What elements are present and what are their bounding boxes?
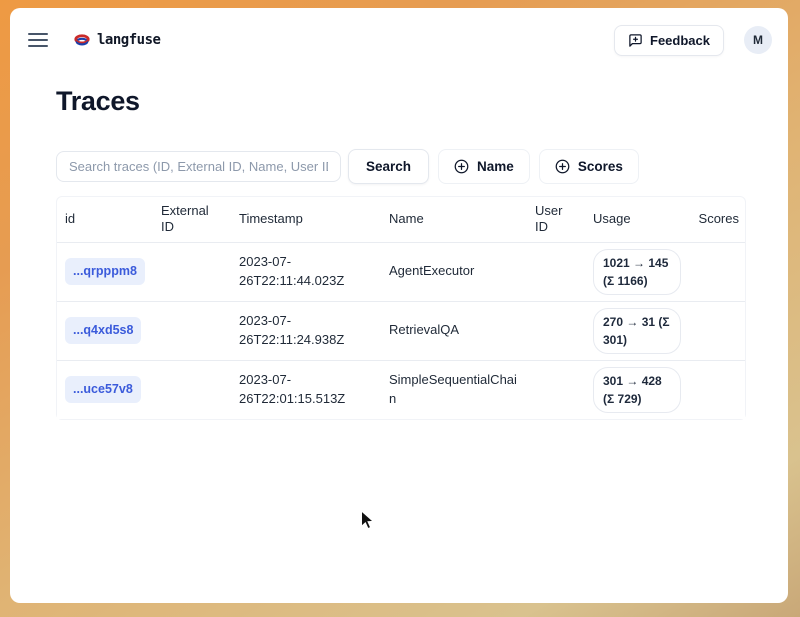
toolbar: Search Name Scores — [56, 148, 746, 184]
trace-id-link[interactable]: ...qrpppm8 — [65, 258, 145, 284]
plus-circle-icon — [454, 159, 469, 174]
page-title: Traces — [56, 86, 746, 117]
id-cell: ...q4xd5s8 — [57, 311, 153, 349]
filter-name-label: Name — [477, 159, 514, 174]
search-button[interactable]: Search — [348, 149, 429, 184]
trace-id-link[interactable]: ...q4xd5s8 — [65, 317, 141, 343]
feedback-bubble-icon — [628, 33, 643, 48]
app-bar: langfuse Feedback M — [10, 8, 788, 66]
id-cell: ...uce57v8 — [57, 370, 153, 408]
traces-table: id External ID Timestamp Name User ID Us… — [56, 196, 746, 420]
external-id-cell — [153, 325, 231, 337]
app-window: langfuse Feedback M Traces Search — [10, 8, 788, 603]
feedback-label: Feedback — [650, 33, 710, 48]
trace-id-link[interactable]: ...uce57v8 — [65, 376, 141, 402]
timestamp-cell: 2023-07-26T22:01:15.513Z — [231, 365, 381, 415]
main-content: Traces Search Name Scores — [10, 66, 746, 420]
table-body: ...qrpppm8 2023-07-26T22:11:44.023Z Agen… — [57, 243, 745, 419]
id-cell: ...qrpppm8 — [57, 252, 153, 290]
avatar[interactable]: M — [744, 26, 772, 54]
brand-name: langfuse — [97, 32, 160, 48]
scores-cell — [689, 266, 747, 278]
plus-circle-icon — [555, 159, 570, 174]
brand[interactable]: langfuse — [74, 32, 160, 48]
name-cell: AgentExecutor — [381, 256, 527, 287]
col-header-usage: Usage — [585, 205, 689, 233]
search-input[interactable] — [56, 151, 341, 182]
user-id-cell — [527, 266, 585, 278]
col-header-id: id — [57, 205, 153, 233]
table-row[interactable]: ...uce57v8 2023-07-26T22:01:15.513Z Simp… — [57, 361, 745, 419]
user-id-cell — [527, 384, 585, 396]
user-id-cell — [527, 325, 585, 337]
scores-cell — [689, 325, 747, 337]
usage-badge: 301 → 428 (Σ 729) — [593, 367, 681, 413]
langfuse-logo-icon — [74, 34, 90, 47]
col-header-user-id: User ID — [527, 197, 585, 242]
usage-badge: 1021 → 145 (Σ 1166) — [593, 249, 681, 295]
filter-scores-label: Scores — [578, 159, 623, 174]
usage-cell: 1021 → 145 (Σ 1166) — [585, 243, 689, 301]
col-header-name: Name — [381, 205, 527, 233]
col-header-timestamp: Timestamp — [231, 205, 381, 233]
external-id-cell — [153, 384, 231, 396]
name-cell: RetrievalQA — [381, 315, 527, 346]
timestamp-cell: 2023-07-26T22:11:44.023Z — [231, 247, 381, 297]
usage-cell: 301 → 428 (Σ 729) — [585, 361, 689, 419]
table-row[interactable]: ...q4xd5s8 2023-07-26T22:11:24.938Z Retr… — [57, 302, 745, 361]
table-row[interactable]: ...qrpppm8 2023-07-26T22:11:44.023Z Agen… — [57, 243, 745, 302]
external-id-cell — [153, 266, 231, 278]
table-header-row: id External ID Timestamp Name User ID Us… — [57, 197, 745, 243]
name-cell: SimpleSequentialChain — [381, 365, 527, 415]
scores-cell — [689, 384, 747, 396]
col-header-external-id: External ID — [153, 197, 231, 242]
filter-scores-button[interactable]: Scores — [539, 149, 639, 184]
usage-badge: 270 → 31 (Σ 301) — [593, 308, 681, 354]
timestamp-cell: 2023-07-26T22:11:24.938Z — [231, 306, 381, 356]
feedback-button[interactable]: Feedback — [614, 25, 724, 56]
menu-icon[interactable] — [28, 33, 48, 47]
col-header-scores: Scores — [689, 205, 747, 233]
usage-cell: 270 → 31 (Σ 301) — [585, 302, 689, 360]
filter-name-button[interactable]: Name — [438, 149, 530, 184]
avatar-initial: M — [753, 33, 763, 47]
